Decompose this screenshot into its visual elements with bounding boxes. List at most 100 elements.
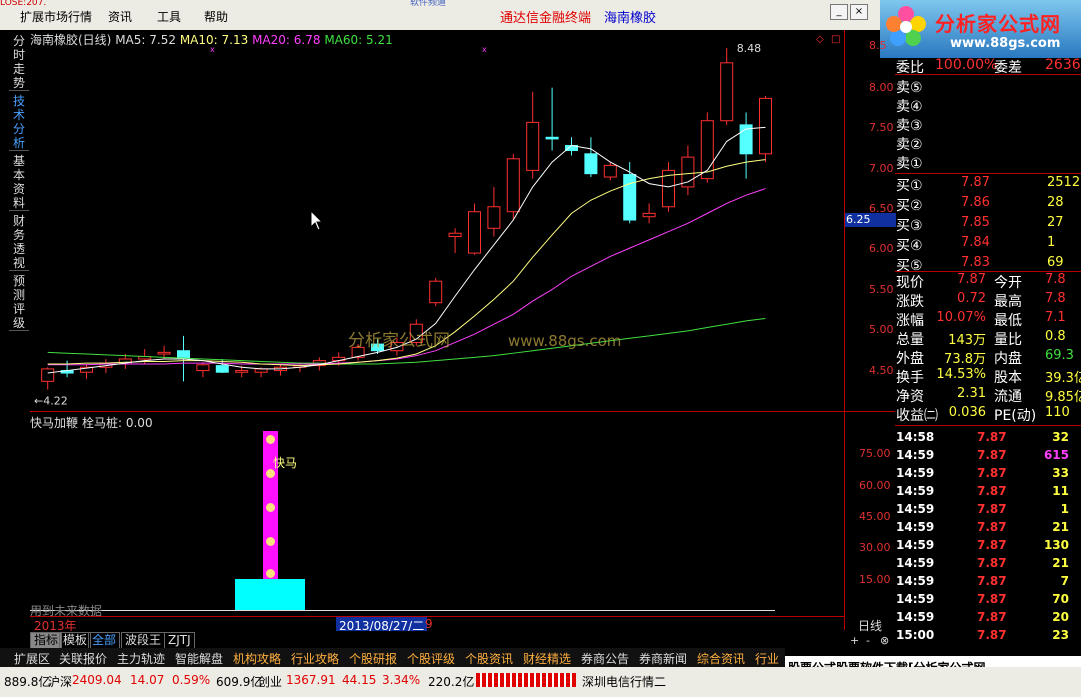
- tick-price: 7.87: [977, 610, 1007, 624]
- stat-value: 14.53%: [936, 367, 986, 382]
- tick-time: 14:59: [896, 448, 935, 462]
- watermark-url: www.88gs.com: [508, 332, 621, 350]
- ext-tab[interactable]: 智能解盘: [175, 650, 223, 667]
- sell-row[interactable]: 卖②: [895, 134, 1081, 153]
- tick-row[interactable]: 14:59 7.87 11: [895, 482, 1081, 500]
- stat-value: 0.8: [1045, 329, 1066, 344]
- ext-tab[interactable]: 券商新闻: [639, 650, 687, 667]
- tick-row[interactable]: 14:59 7.87 130: [895, 536, 1081, 554]
- stat-label: 净资: [896, 389, 924, 405]
- zoom-out-button[interactable]: -: [866, 634, 870, 647]
- tick-time: 14:59: [896, 538, 935, 552]
- ext-tab[interactable]: 综合资讯: [697, 650, 745, 667]
- candle: [720, 62, 734, 122]
- tick-volume: 7: [1060, 574, 1069, 588]
- tick-time: 14:59: [896, 592, 935, 606]
- tick-row[interactable]: 14:59 7.87 21: [895, 518, 1081, 536]
- ext-tab[interactable]: 扩展区: [14, 650, 50, 667]
- stat-value: 39.3亿: [1045, 371, 1081, 386]
- menu-item-tools[interactable]: 工具: [157, 8, 181, 25]
- tick-row[interactable]: 14:59 7.87 1: [895, 500, 1081, 518]
- stat-value: 2.31: [957, 386, 986, 401]
- candle: [41, 368, 55, 382]
- ext-tab[interactable]: 主力轨迹: [117, 650, 165, 667]
- tick-time: 14:59: [896, 520, 935, 534]
- watermark-text: 分析家公式网: [348, 331, 450, 351]
- ext-tab[interactable]: 行业攻略: [291, 650, 339, 667]
- status-amount: 889.8亿: [4, 675, 51, 689]
- status-gem-turnover: 220.2亿: [428, 675, 475, 689]
- tab-template[interactable]: 模板: [59, 632, 92, 649]
- side-tab-financials[interactable]: 财务透视: [9, 214, 29, 271]
- side-tab-technical[interactable]: 技术分析: [9, 94, 29, 151]
- diamond-icon[interactable]: ◇: [816, 34, 824, 45]
- panel-divider: [895, 74, 1081, 75]
- ext-tab[interactable]: 财经精选: [523, 650, 571, 667]
- sell-row[interactable]: 卖③: [895, 115, 1081, 134]
- period-label[interactable]: 日线: [858, 617, 882, 634]
- tick-row[interactable]: 14:59 7.87 21: [895, 554, 1081, 572]
- status-gem-pct: 3.34%: [382, 673, 421, 687]
- ext-tab[interactable]: 机构攻略: [233, 650, 281, 667]
- tick-row[interactable]: 14:59 7.87 33: [895, 464, 1081, 482]
- buy-row[interactable]: 买④ 7.84 1: [895, 235, 1081, 254]
- menu-item-help[interactable]: 帮助: [204, 8, 228, 25]
- sell-label: 卖③: [896, 118, 923, 134]
- sell-row[interactable]: 卖④: [895, 96, 1081, 115]
- ext-tab[interactable]: 券商公告: [581, 650, 629, 667]
- panel-divider: [895, 271, 1081, 272]
- tab-wave-king[interactable]: 波段王: [121, 632, 166, 649]
- tick-volume: 615: [1043, 448, 1069, 462]
- stat-row: 涨幅 10.07% 最低 7.1: [895, 310, 1081, 329]
- square-icon[interactable]: □: [831, 34, 840, 45]
- indicator-panel[interactable]: 快马加鞭 栓马桩: 0.00 快马 用到未来数据: [30, 411, 845, 618]
- faded-channel-link[interactable]: 软件频道: [410, 0, 446, 6]
- tab-indicator[interactable]: 指标: [30, 632, 63, 649]
- tick-row[interactable]: 14:59 7.87 615: [895, 446, 1081, 464]
- ext-tab[interactable]: 个股资讯: [465, 650, 513, 667]
- candle: [526, 121, 540, 171]
- status-gem-change: 44.15: [342, 673, 377, 687]
- tick-row[interactable]: 14:59 7.87 20: [895, 608, 1081, 626]
- panel-divider: [895, 173, 1081, 174]
- tick-row[interactable]: 15:00 7.87 23: [895, 626, 1081, 644]
- tick-row[interactable]: 14:59 7.87 70: [895, 590, 1081, 608]
- buy-row[interactable]: 买③ 7.85 27: [895, 215, 1081, 234]
- sell-row[interactable]: 卖⑤: [895, 77, 1081, 96]
- menu-item-news[interactable]: 资讯: [108, 8, 132, 25]
- buy-volume: 27: [1047, 215, 1064, 230]
- tab-all[interactable]: 全部: [88, 632, 121, 649]
- tab-zjtj[interactable]: ZJTJ: [164, 632, 195, 649]
- y-tick: 7.00: [869, 162, 894, 175]
- close-icon[interactable]: ×: [850, 4, 868, 20]
- side-tab-intraday[interactable]: 分时走势: [9, 34, 29, 91]
- tick-volume: 32: [1052, 430, 1069, 444]
- tick-row[interactable]: 14:58 7.87 32: [895, 428, 1081, 446]
- tick-row[interactable]: 14:59 7.87 7: [895, 572, 1081, 590]
- buy-volume: 28: [1047, 195, 1064, 210]
- num-label: 9: [425, 617, 433, 631]
- ext-tab[interactable]: 个股评级: [407, 650, 455, 667]
- candle: [448, 232, 462, 238]
- tick-volume: 21: [1052, 556, 1069, 570]
- candle: [545, 136, 559, 140]
- candlestick-chart[interactable]: 8.48 ←4.22 分析家公式网 www.88gs.com x x ◇ □: [30, 30, 845, 410]
- low-price-value: 4.22: [43, 394, 68, 407]
- chart-info-line: 海南橡胶(日线) MA5: 7.52 MA10: 7.13 MA20: 6.78…: [30, 31, 393, 48]
- reset-icon[interactable]: ⊗: [880, 634, 889, 647]
- ext-tab[interactable]: 个股研报: [349, 650, 397, 667]
- menu-item-extended-market[interactable]: 扩展市场行情: [20, 8, 92, 25]
- minimize-icon[interactable]: _: [830, 4, 848, 20]
- zoom-in-button[interactable]: +: [850, 634, 859, 647]
- ext-tab[interactable]: 关联报价: [59, 650, 107, 667]
- tick-volume: 33: [1052, 466, 1069, 480]
- buy-row[interactable]: 买① 7.87 2512: [895, 175, 1081, 194]
- sell-row[interactable]: 卖①: [895, 153, 1081, 172]
- side-tab-forecast[interactable]: 预测评级: [9, 274, 29, 331]
- ma60-value: MA60: 5.21: [324, 33, 393, 47]
- stat-label: 最低: [994, 313, 1022, 329]
- weibi-value: 100.00%: [935, 57, 998, 73]
- side-tab-fundamentals[interactable]: 基本资料: [9, 154, 29, 211]
- buy-label: 买③: [896, 218, 923, 234]
- buy-row[interactable]: 买② 7.86 28: [895, 195, 1081, 214]
